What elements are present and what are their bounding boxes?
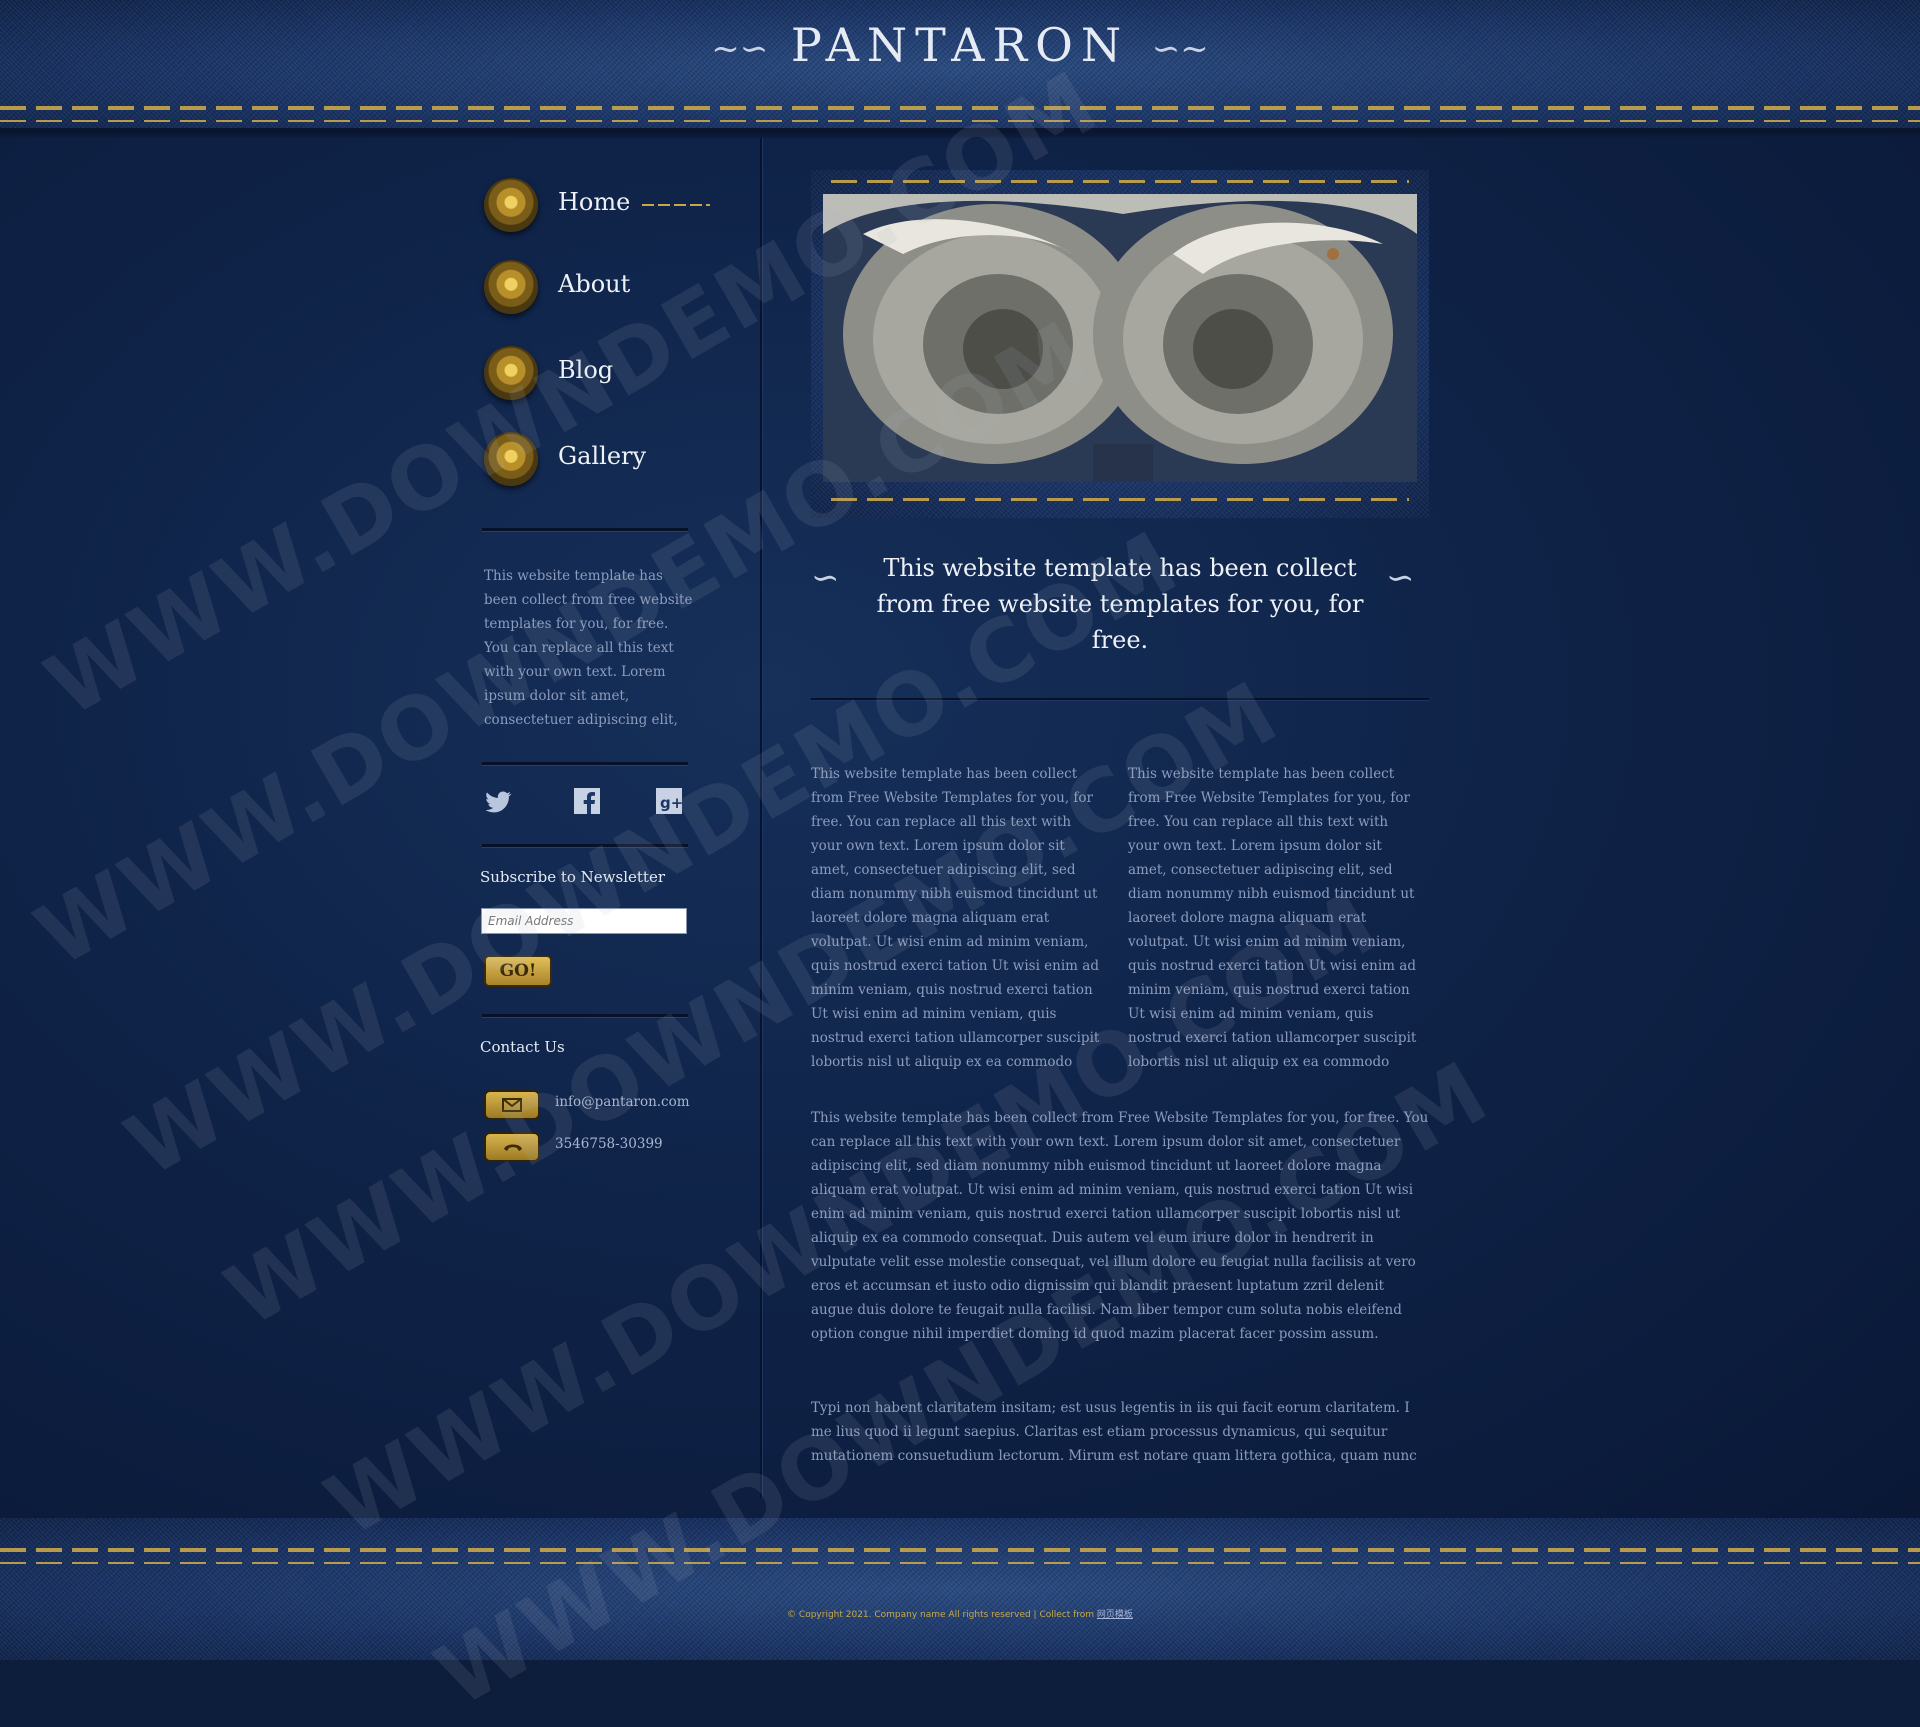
nav-item-about[interactable]: About	[484, 260, 744, 320]
copyright-text: © Copyright 2021. Company name All right…	[787, 1610, 1097, 1620]
nav-label: Gallery	[558, 442, 647, 470]
newsletter-go-button[interactable]: GO!	[484, 955, 552, 987]
header-stitch-lower	[0, 120, 1920, 122]
sidebar-divider	[482, 1014, 688, 1018]
newsletter-title: Subscribe to Newsletter	[480, 868, 665, 886]
content-divider	[811, 698, 1429, 700]
header-shadow	[0, 128, 1920, 138]
rivet-icon	[484, 178, 538, 232]
twitter-icon[interactable]	[484, 786, 514, 816]
featured-photo[interactable]	[823, 194, 1417, 482]
header-stitch	[0, 106, 1920, 110]
sidebar-intro: This website template has been collect f…	[484, 568, 693, 728]
footer-stitch	[0, 1548, 1920, 1552]
content-column-left: This website template has been collect f…	[811, 766, 1100, 1070]
nav-label: About	[558, 270, 631, 298]
content-column-right: This website template has been collect f…	[1128, 766, 1417, 1070]
tagline-swirl-left-icon: ∽	[811, 558, 840, 598]
nav-item-gallery[interactable]: Gallery	[484, 432, 744, 492]
main-area: Home About Blog Gallery This website tem…	[0, 138, 1920, 1518]
site-footer	[0, 1518, 1920, 1660]
rivet-icon	[484, 432, 538, 486]
frame-stitch-bottom	[831, 498, 1409, 501]
active-indicator	[642, 204, 710, 206]
rivet-icon	[484, 346, 538, 400]
footer-copyright: © Copyright 2021. Company name All right…	[0, 1607, 1920, 1620]
tagline-swirl-right-icon: ∽	[1386, 558, 1415, 598]
sidebar-divider	[482, 844, 688, 848]
nav-item-blog[interactable]: Blog	[484, 346, 744, 406]
google-plus-icon[interactable]: g+	[654, 786, 684, 816]
column-separator	[760, 138, 762, 1498]
contact-phone: 3546758-30399	[555, 1136, 663, 1152]
newsletter-email-input[interactable]	[481, 908, 687, 934]
content-paragraph: This website template has been collect f…	[811, 1110, 1429, 1342]
facebook-icon[interactable]	[572, 786, 602, 816]
content-paragraph: Typi non habent claritatem insitam; est …	[811, 1400, 1417, 1464]
logo-swirl-left-icon: ~∽	[711, 29, 769, 69]
site-logo[interactable]: ~∽ PANTARON ∽~	[0, 18, 1920, 72]
frame-stitch-top	[831, 180, 1409, 183]
contact-title: Contact Us	[480, 1038, 565, 1056]
phone-icon	[484, 1132, 540, 1162]
nav-label: Blog	[558, 356, 614, 384]
logo-text: PANTARON	[790, 18, 1130, 72]
mail-icon	[484, 1090, 540, 1120]
rivet-icon	[484, 260, 538, 314]
nav-label: Home	[558, 188, 631, 216]
tagline: This website template has been collect f…	[876, 554, 1364, 654]
logo-swirl-right-icon: ∽~	[1151, 29, 1209, 69]
contact-email[interactable]: info@pantaron.com	[555, 1094, 690, 1110]
sidebar-divider	[482, 762, 688, 766]
sidebar-divider	[482, 528, 688, 532]
site-header: ~∽ PANTARON ∽~	[0, 0, 1920, 138]
footer-link[interactable]: 网页模板	[1097, 1610, 1133, 1620]
nav-item-home[interactable]: Home	[484, 178, 744, 238]
footer-stitch-lower	[0, 1562, 1920, 1564]
svg-text:g+: g+	[660, 794, 683, 812]
featured-photo-frame	[811, 170, 1429, 518]
